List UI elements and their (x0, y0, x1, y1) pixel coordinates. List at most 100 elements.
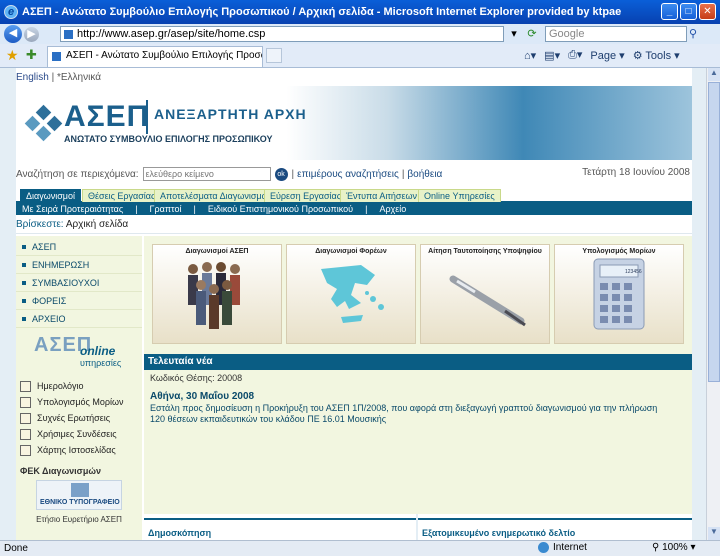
menu-label: ΦΟΡΕΙΣ (32, 295, 67, 306)
menu-label: ΑΡΧΕΙΟ (32, 313, 66, 324)
tab-job-search[interactable]: Εύρεση Εργασίας (264, 189, 348, 202)
tool-links[interactable]: Χρήσιμες Συνδέσεις (16, 426, 142, 442)
menu-item-asep[interactable]: ΑΣΕΠ (16, 238, 142, 256)
subtab-priority[interactable]: Με Σειρά Προτεραιότητας (22, 204, 123, 214)
card-title: Αίτηση Ταυτοποίησης Υποψηφίου (428, 248, 542, 255)
advanced-search-link[interactable]: επιμέρους αναζητήσεις (297, 169, 399, 180)
pen-icon (449, 275, 526, 327)
card-title: Υπολογισμός Μορίων (582, 248, 656, 255)
fek-heading: ΦΕΚ Διαγωνισμών (20, 466, 101, 476)
tool-points[interactable]: Υπολογισμός Μορίων (16, 394, 142, 410)
news-panel: Κωδικός Θέσης: 20008 Αθήνα, 30 Μαΐου 200… (144, 370, 692, 514)
url-field[interactable]: http://www.asep.gr/asep/site/home.csp (60, 26, 504, 42)
status-text: Done (4, 543, 28, 554)
tool-label: Χρήσιμες Συνδέσεις (37, 429, 117, 439)
tool-calendar[interactable]: Ημερολόγιο (16, 378, 142, 394)
left-sidebar: ΑΣΕΠ ΕΝΗΜΕΡΩΣΗ ΣΥΜΒΑΣΙΟΥΧΟΙ ΦΟΡΕΙΣ ΑΡΧΕΙ… (16, 236, 142, 540)
newsletter-heading: Εξατομικευμένο ενημερωτικό δελτίο (422, 528, 576, 538)
panel-divider (416, 514, 418, 540)
tab-forms[interactable]: Έντυπα Αιτήσεων (340, 189, 423, 202)
news-code: Κωδικός Θέσης: 20008 (150, 373, 243, 383)
people-group-icon (188, 262, 240, 329)
tools-menu-label: Tools (645, 49, 672, 62)
scroll-thumb[interactable] (708, 82, 720, 382)
search-input[interactable]: Google (545, 26, 687, 42)
feeds-icon[interactable]: ▤▾ (544, 49, 560, 62)
tools-menu[interactable]: ⚙ Tools ▾ (633, 49, 680, 62)
back-button[interactable]: ◀ (4, 25, 22, 43)
tab-competitions[interactable]: Διαγωνισμοί (20, 189, 81, 202)
tools-list: Ημερολόγιο Υπολογισμός Μορίων Συχνές Ερω… (16, 378, 142, 458)
asep-online-link[interactable]: ΑΣΕΠ online υπηρεσίες (34, 334, 126, 372)
bottom-rule (144, 518, 692, 520)
window-title: ΑΣΕΠ - Ανώτατο Συμβούλιο Επιλογής Προσωπ… (22, 6, 622, 18)
add-favorites-icon[interactable]: ✚ (26, 47, 37, 63)
logo-independent: ΑΝΕΞΑΡΤΗΤΗ ΑΡΧΗ (154, 106, 307, 122)
greece-map-icon (321, 265, 384, 323)
card-candidate-id[interactable]: Αίτηση Ταυτοποίησης Υποψηφίου (420, 244, 550, 344)
book-icon (20, 396, 31, 408)
online-services-label: υπηρεσίες (80, 358, 122, 368)
menu-label: ΑΣΕΠ (32, 241, 57, 252)
menu-item-bodies[interactable]: ΦΟΡΕΙΣ (16, 292, 142, 310)
news-text-link[interactable]: Εστάλη προς δημοσίευση η Προκήρυξη του Α… (150, 403, 670, 425)
card-points-calculator[interactable]: Υπολογισμός Μορίων 123456 (554, 244, 684, 344)
tool-sitemap[interactable]: Χάρτης Ιστοσελίδας (16, 442, 142, 458)
help-link[interactable]: βοήθεια (407, 169, 442, 180)
tab-online[interactable]: Online Υπηρεσίες (418, 189, 501, 202)
tool-faq[interactable]: Συχνές Ερωτήσεις (16, 410, 142, 426)
site-search-input[interactable] (142, 167, 271, 181)
forward-button[interactable]: ▶ (24, 26, 39, 42)
subtab-written[interactable]: Γραπτοί (150, 204, 182, 214)
menu-item-news[interactable]: ΕΝΗΜΕΡΩΣΗ (16, 256, 142, 274)
national-printing-office-link[interactable]: ΕΘΝΙΚΟ ΤΥΠΟΓΡΑΦΕΙΟ (36, 480, 122, 510)
tool-label: Χάρτης Ιστοσελίδας (37, 445, 116, 455)
breadcrumb: Βρίσκεστε: Αρχική σελίδα (16, 219, 692, 234)
menu-item-archive[interactable]: ΑΡΧΕΙΟ (16, 310, 142, 328)
print-icon[interactable]: ⎙▾ (568, 48, 582, 62)
lang-greek-link[interactable]: Ελληνικά (61, 72, 101, 83)
news-heading: Τελευταία νέα (144, 354, 692, 370)
printing-office-text: ΕΘΝΙΚΟ ΤΥΠΟΓΡΑΦΕΙΟ (40, 499, 120, 506)
favorites-star-icon[interactable]: ★ (6, 47, 19, 64)
refresh-icon[interactable]: ⟳ (525, 27, 539, 41)
tab-jobs[interactable]: Θέσεις Εργασίας (82, 189, 162, 202)
vertical-scrollbar[interactable]: ▲ ▼ (706, 68, 720, 540)
bottom-panels: Δημοσκόπηση Εξατομικευμένο ενημερωτικό δ… (144, 514, 692, 540)
minimize-button[interactable]: _ (661, 3, 678, 20)
news-date: Αθήνα, 30 Μαΐου 2008 (150, 391, 255, 402)
card-asep-competitions[interactable]: Διαγωνισμοί ΑΣΕΠ (152, 244, 282, 344)
tool-label: Συχνές Ερωτήσεις (37, 413, 111, 423)
tool-label: Ημερολόγιο (37, 381, 84, 391)
tab-results[interactable]: Αποτελέσματα Διαγωνισμών (154, 189, 280, 202)
ie-logo-icon: e (4, 5, 18, 19)
search-ok-button[interactable]: ok (274, 167, 288, 181)
scroll-up-icon[interactable]: ▲ (708, 68, 720, 81)
breadcrumb-label: Βρίσκεστε: (16, 219, 64, 230)
breadcrumb-page: Αρχική σελίδα (65, 219, 129, 230)
zone-label: Internet (553, 542, 587, 553)
main-content: Διαγωνισμοί ΑΣΕΠ Διαγωνισμοί Φορέων Αίτη… (144, 236, 692, 540)
site-banner: ΑΣΕΠ ΑΝΕΞΑΡΤΗΤΗ ΑΡΧΗ ΑΝΩΤΑΤΟ ΣΥΜΒΟΥΛΙΟ Ε… (16, 86, 692, 160)
card-body-competitions[interactable]: Διαγωνισμοί Φορέων (286, 244, 416, 344)
scroll-down-icon[interactable]: ▼ (708, 527, 720, 540)
subtab-special[interactable]: Ειδικού Επιστημονικού Προσωπικού (208, 204, 353, 214)
maximize-button[interactable]: □ (680, 3, 697, 20)
calculator-icon (593, 258, 645, 330)
menu-label: ΕΝΗΜΕΡΩΣΗ (32, 259, 90, 270)
dropdown-icon[interactable]: ▾ (507, 27, 521, 41)
lang-english-link[interactable]: English (16, 72, 49, 83)
close-button[interactable]: ✕ (699, 3, 716, 20)
zoom-control[interactable]: ⚲ 100% ▾ (652, 542, 696, 553)
subtab-archive[interactable]: Αρχείο (379, 204, 406, 214)
new-tab-button[interactable] (266, 48, 282, 63)
home-icon[interactable]: ⌂▾ (524, 49, 536, 62)
browser-tab[interactable]: ΑΣΕΠ - Ανώτατο Συμβούλιο Επιλογής Προσωπ… (47, 46, 263, 67)
page-menu[interactable]: Page ▾ (590, 49, 624, 62)
zoom-level: 100% (662, 542, 688, 553)
menu-item-contractors[interactable]: ΣΥΜΒΑΣΙΟΥΧΟΙ (16, 274, 142, 292)
annual-index-link[interactable]: Ετήσιο Ευρετήριο ΑΣΕΠ (16, 515, 142, 524)
search-icon[interactable]: ⚲ (689, 27, 703, 41)
language-switch: English | *Ελληνικά (16, 72, 101, 83)
site-favicon-icon (64, 30, 73, 39)
